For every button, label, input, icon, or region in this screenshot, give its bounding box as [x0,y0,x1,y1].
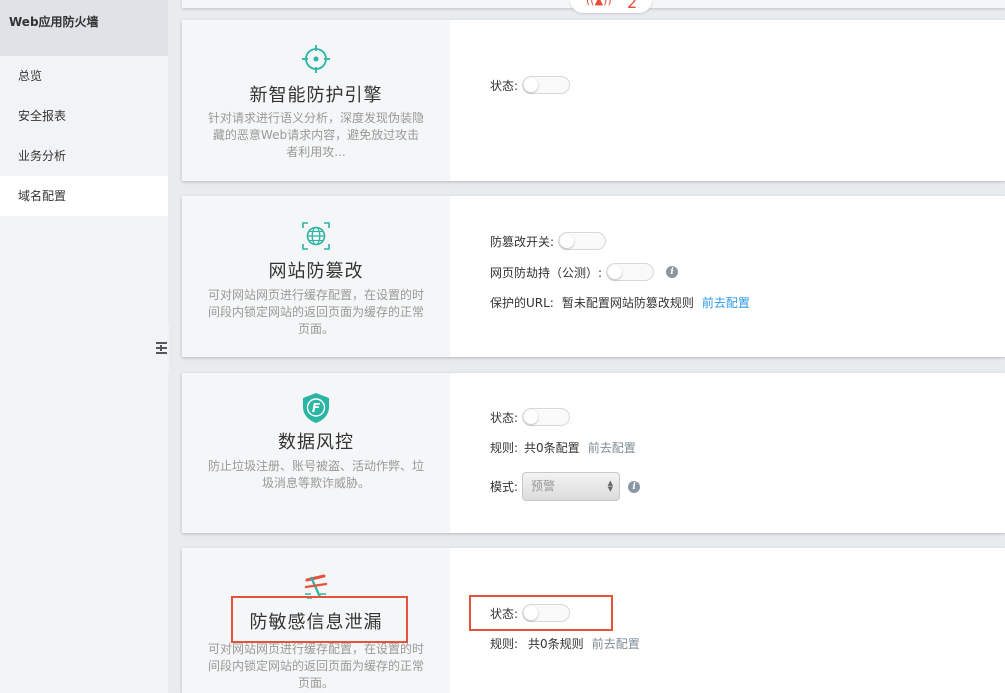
main-content: ((▲)) 2 新智能防护引擎 针对请求进行语义分析，深度发现伪装隐藏的恶意We… [168,0,1005,693]
protected-url-label: 保护的URL: [490,296,554,310]
target-icon [182,44,450,74]
rule-row: 规则: 共0条规则 前去配置 [490,635,640,652]
tamper-switch-row: 防篡改开关: [490,232,607,250]
sidebar-item-business-analysis[interactable]: 业务分析 [0,136,168,176]
card-settings: 防篡改开关: 网页防劫持（公测）: i 保护的URL: 暂未配置网站防篡改规则 … [450,196,1005,357]
sidebar-item-domain-config[interactable]: 域名配置 [0,176,168,216]
mode-label: 模式: [490,480,519,494]
globe-scan-icon [182,220,450,252]
info-icon[interactable]: i [666,266,679,278]
mode-row: 模式: 预警 ▲ ▼ i [490,472,641,501]
card-description: 可对网站网页进行缓存配置，在设置的时间段内锁定网站的返回页面为缓存的正常页面。 [208,288,425,336]
card-info: 新智能防护引擎 针对请求进行语义分析，深度发现伪装隐藏的恶意Web请求内容，避免… [182,20,450,181]
engine-status-toggle[interactable] [522,76,571,94]
tamper-switch-label: 防篡改开关: [490,234,555,249]
status-row: 状态: [490,408,571,426]
configure-link[interactable]: 前去配置 [588,439,636,456]
status-label: 状态: [490,410,519,425]
configure-link[interactable]: 前去配置 [592,635,640,652]
shield-f-icon: F [182,392,450,424]
protected-url-value: 暂未配置网站防篡改规则 [561,296,694,310]
sidebar-collapse-handle[interactable] [153,325,169,371]
notification-count: 2 [627,0,638,12]
rule-label: 规则: [490,441,519,455]
sidebar-item-overview[interactable]: 总览 [0,56,168,96]
notification-badge[interactable]: ((▲)) 2 [570,0,652,13]
highlight-box-title [231,596,408,643]
card-settings: 状态: [450,20,1005,181]
card-info: 网站防篡改 可对网站网页进行缓存配置，在设置的时间段内锁定网站的返回页面为缓存的… [182,196,450,357]
sidebar-item-security-report[interactable]: 安全报表 [0,96,168,136]
svg-text:F: F [312,401,321,415]
card-title: 数据风控 [278,432,354,453]
card-smart-engine: 新智能防护引擎 针对请求进行语义分析，深度发现伪装隐藏的恶意Web请求内容，避免… [182,20,1005,181]
status-row: 状态: [490,76,571,94]
card-title: 网站防篡改 [268,261,364,282]
bell-icon: ((▲)) [586,0,612,7]
mode-select[interactable]: 预警 ▲ ▼ [522,472,621,501]
info-icon[interactable]: i [628,480,641,493]
status-label: 状态: [490,78,519,93]
rule-value: 共0条配置 [524,441,580,455]
collapse-icon [155,342,167,354]
hijack-label: 网页防劫持（公测）: [490,265,603,280]
rule-row: 规则: 共0条配置 前去配置 [490,439,636,456]
card-description: 防止垃圾注册、账号被盗、活动作弊、垃圾消息等欺诈威胁。 [208,459,425,490]
card-description: 针对请求进行语义分析，深度发现伪装隐藏的恶意Web请求内容，避免放过攻击者利用攻… [208,111,425,159]
highlight-box-status [469,595,613,631]
card-title: 新智能防护引擎 [249,85,383,106]
tamper-switch-toggle[interactable] [558,232,607,250]
sidebar-title: Web应用防火墙 [0,0,168,56]
card-info: F 数据风控 防止垃圾注册、账号被盗、活动作弊、垃圾消息等欺诈威胁。 [182,373,450,533]
risk-status-toggle[interactable] [522,408,571,426]
hijack-toggle[interactable] [606,263,655,281]
rule-label: 规则: [490,637,519,651]
card-anti-tamper: 网站防篡改 可对网站网页进行缓存配置，在设置的时间段内锁定网站的返回页面为缓存的… [182,196,1005,357]
card-settings: 状态: 规则: 共0条配置 前去配置 模式: 预警 ▲ ▼ i [450,373,1005,533]
protected-url-row: 保护的URL: 暂未配置网站防篡改规则 前去配置 [490,294,750,311]
mode-select-value: 预警 [531,479,556,493]
card-data-risk-control: F 数据风控 防止垃圾注册、账号被盗、活动作弊、垃圾消息等欺诈威胁。 状态: 规… [182,373,1005,533]
configure-link[interactable]: 前去配置 [702,294,750,311]
select-arrows-icon: ▲ ▼ [607,479,614,493]
sidebar: Web应用防火墙 总览 安全报表 业务分析 域名配置 [0,0,168,693]
hijack-row: 网页防劫持（公测）: i [490,263,679,281]
rule-value: 共0条规则 [528,637,584,651]
card-description: 可对网站网页进行缓存配置，在设置的时间段内锁定网站的返回页面为缓存的正常页面。 [208,642,425,690]
